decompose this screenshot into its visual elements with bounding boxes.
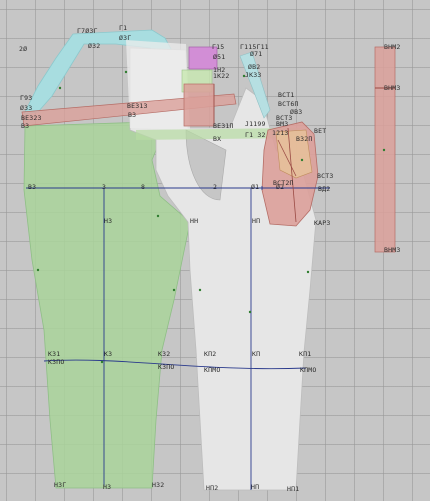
point-label: Г1 32 xyxy=(245,131,266,139)
point-label: ВНМ3 xyxy=(384,246,400,254)
point-label: В3 xyxy=(21,122,29,130)
point-label: ЈК33 xyxy=(245,71,261,79)
point-label: 2 xyxy=(213,183,217,191)
point-label: Г93 xyxy=(20,94,32,102)
point-label: НП2 xyxy=(206,484,218,492)
point-label: Ø51 xyxy=(213,53,225,61)
point-label: К3 xyxy=(104,350,112,358)
point-label: НН xyxy=(190,217,198,225)
point-label: 2Ø xyxy=(19,45,27,53)
point-label: ВНМ3 xyxy=(384,84,400,92)
point-label: ØВ2 xyxy=(248,63,260,71)
point-label: КАР3 xyxy=(314,219,330,227)
point-label: К31 xyxy=(48,350,60,358)
point-label: ВЗ xyxy=(128,111,136,119)
point-label: Н3Г xyxy=(54,481,66,489)
pattern-canvas[interactable]: Г7Ø3Г Г1 2Ø Ø32 Ø3Г Г93 Ø33 ВЕ313 ВЗ ВЕ3… xyxy=(0,0,430,501)
point-label: Ø1 xyxy=(251,183,259,191)
point-label: Ø3Г xyxy=(119,34,131,42)
point-label: НП xyxy=(252,217,260,225)
pocket-piece[interactable] xyxy=(183,83,215,127)
point-label: КП xyxy=(252,350,260,358)
point-label: К32 xyxy=(158,350,170,358)
point-label: Г7Ø3Г xyxy=(77,27,98,35)
point-label: КПМО xyxy=(300,366,316,374)
point-label: ВЕ31П xyxy=(213,122,234,130)
point-label: 3 xyxy=(102,183,106,191)
point-label: Ј1199 xyxy=(245,120,266,128)
point-label: Ø2 xyxy=(276,183,284,191)
point-label: Н3 xyxy=(104,217,112,225)
point-label: КПМО xyxy=(204,366,220,374)
point-label: 1К22 xyxy=(213,72,229,80)
pattern-drawing: Г7Ø3Г Г1 2Ø Ø32 Ø3Г Г93 Ø33 ВЕ313 ВЗ ВЕ3… xyxy=(19,24,400,493)
point-label: ВСТ3 xyxy=(317,172,333,180)
point-label: НП xyxy=(251,483,259,491)
point-label: КП1 xyxy=(299,350,311,358)
point-label: Н32 xyxy=(152,481,164,489)
point-label: ВХ xyxy=(213,135,221,143)
point-label: Ø33 xyxy=(20,104,32,112)
point-label: Ø32 xyxy=(88,42,100,50)
point-label: Г1 xyxy=(119,24,127,32)
point-label: Г15 xyxy=(212,43,224,51)
point-label: ВД2 xyxy=(318,185,330,193)
point-label: В3 xyxy=(28,183,36,191)
point-label: КП2 xyxy=(204,350,216,358)
point-label: НП1 xyxy=(287,485,299,493)
point-label: ВСТ6П xyxy=(278,100,299,108)
point-label: 1213 xyxy=(272,129,288,137)
point-label: Н3 xyxy=(103,483,111,491)
point-label: В32П xyxy=(296,135,312,143)
point-label: К3ПО xyxy=(48,358,64,366)
point-label: К3ПО xyxy=(158,363,174,371)
point-label: ВЕ313 xyxy=(127,102,148,110)
point-label: ВНМ2 xyxy=(384,43,400,51)
point-label: Ø71 xyxy=(250,50,262,58)
point-label: ВМ3 xyxy=(276,120,288,128)
point-label: 8 xyxy=(141,183,145,191)
point-label: ВЕ323 xyxy=(21,114,42,122)
point-label: ВСТ1 xyxy=(278,91,294,99)
point-label: ВЕТ xyxy=(314,127,326,135)
